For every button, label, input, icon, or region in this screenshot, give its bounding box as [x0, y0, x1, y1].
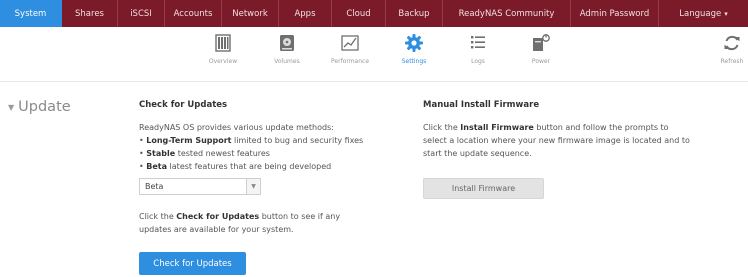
hint-text: Click the	[139, 212, 177, 221]
tab-language[interactable]: Language ▾	[659, 0, 748, 27]
tab-readynas-community[interactable]: ReadyNAS Community	[443, 0, 571, 27]
overview-icon	[215, 34, 231, 52]
power-icon	[533, 34, 550, 51]
description-bold: Install Firmware	[460, 123, 534, 132]
gear-icon	[405, 34, 423, 52]
subnav-item-logs[interactable]: Logs	[448, 33, 508, 65]
subnav-item-volumes[interactable]: Volumes	[257, 33, 317, 65]
tab-label: Shares	[75, 8, 104, 19]
subnav-item-performance[interactable]: Performance	[320, 33, 380, 65]
tab-backup[interactable]: Backup	[386, 0, 443, 27]
top-navigation-bar: System Shares iSCSI Accounts Network App…	[0, 0, 748, 27]
tab-system[interactable]: System	[0, 0, 62, 27]
tab-label: Apps	[294, 8, 316, 19]
subnav-label: Settings	[401, 58, 427, 65]
refresh-icon	[724, 35, 740, 51]
tab-cloud[interactable]: Cloud	[332, 0, 386, 27]
tab-label: Network	[232, 8, 268, 19]
section-title: Update	[18, 99, 71, 115]
tab-label: System	[14, 8, 47, 19]
tab-shares[interactable]: Shares	[62, 0, 118, 27]
performance-icon	[341, 35, 359, 51]
subnav-label: Logs	[471, 58, 485, 65]
sub-navigation: Overview Volumes Performance Settings Lo…	[0, 27, 748, 70]
tab-admin-password[interactable]: Admin Password	[571, 0, 659, 27]
check-updates-panel: Check for Updates ReadyNAS OS provides v…	[139, 100, 389, 173]
update-methods-intro: ReadyNAS OS provides various update meth…	[139, 123, 334, 132]
tab-label: Backup	[398, 8, 430, 19]
update-method-item: • Long-Term Support limited to bug and s…	[139, 134, 389, 147]
subnav-label: Power	[531, 58, 551, 65]
check-updates-hint: Click the Check for Updates button to se…	[139, 210, 369, 236]
button-label: Check for Updates	[153, 258, 232, 269]
method-description: tested newest features	[175, 149, 270, 158]
logs-icon	[471, 36, 485, 49]
subnav-label: Performance	[330, 58, 370, 65]
tab-network[interactable]: Network	[222, 0, 279, 27]
bullet-glyph: •	[139, 162, 144, 171]
tab-label: Admin Password	[579, 8, 650, 19]
check-for-updates-button[interactable]: Check for Updates	[139, 252, 246, 275]
method-name: Long-Term Support	[146, 136, 232, 145]
check-updates-heading: Check for Updates	[139, 100, 228, 110]
chevron-down-icon: ▼	[246, 179, 260, 194]
subnav-label: Overview	[208, 58, 238, 65]
method-name: Stable	[146, 149, 176, 158]
method-description: limited to bug and security fixes	[231, 136, 364, 145]
subnav-label: Refresh	[720, 58, 744, 65]
update-section-toggle[interactable]: ▼ Update	[8, 99, 71, 115]
bullet-glyph: •	[139, 149, 144, 158]
tab-label: Language	[679, 8, 722, 19]
subnav-item-settings[interactable]: Settings	[384, 33, 444, 65]
method-description: latest features that are being developed	[167, 162, 332, 171]
subnav-item-power[interactable]: Power	[511, 33, 571, 65]
update-channel-select[interactable]: Beta ▼	[139, 178, 261, 195]
tab-label: Cloud	[346, 8, 371, 19]
tab-label: Accounts	[173, 8, 213, 19]
method-name: Beta	[146, 162, 168, 171]
hint-bold: Check for Updates	[176, 212, 260, 221]
install-firmware-button[interactable]: Install Firmware	[423, 178, 544, 199]
subnav-item-refresh[interactable]: Refresh	[702, 33, 748, 65]
update-channel-value: Beta	[145, 182, 164, 191]
button-label: Install Firmware	[451, 184, 516, 193]
tab-apps[interactable]: Apps	[279, 0, 332, 27]
subnav-item-overview[interactable]: Overview	[193, 33, 253, 65]
subnav-label: Volumes	[274, 58, 300, 65]
tab-label: ReadyNAS Community	[458, 8, 555, 19]
tab-iscsi[interactable]: iSCSI	[118, 0, 165, 27]
volumes-icon	[280, 35, 294, 51]
divider	[0, 81, 748, 82]
bullet-glyph: •	[139, 136, 144, 145]
chevron-down-icon: ▾	[724, 9, 728, 18]
manual-install-heading: Manual Install Firmware	[423, 100, 540, 110]
manual-install-panel: Manual Install Firmware Click the Instal…	[423, 100, 693, 160]
manual-install-description: Click the Install Firmware button and fo…	[423, 121, 693, 160]
update-method-item: • Beta latest features that are being de…	[139, 160, 389, 173]
collapse-triangle-icon: ▼	[8, 102, 15, 112]
tab-label: iSCSI	[130, 8, 152, 19]
tab-accounts[interactable]: Accounts	[165, 0, 222, 27]
update-method-item: • Stable tested newest features	[139, 147, 389, 160]
description-text: Click the	[423, 123, 461, 132]
